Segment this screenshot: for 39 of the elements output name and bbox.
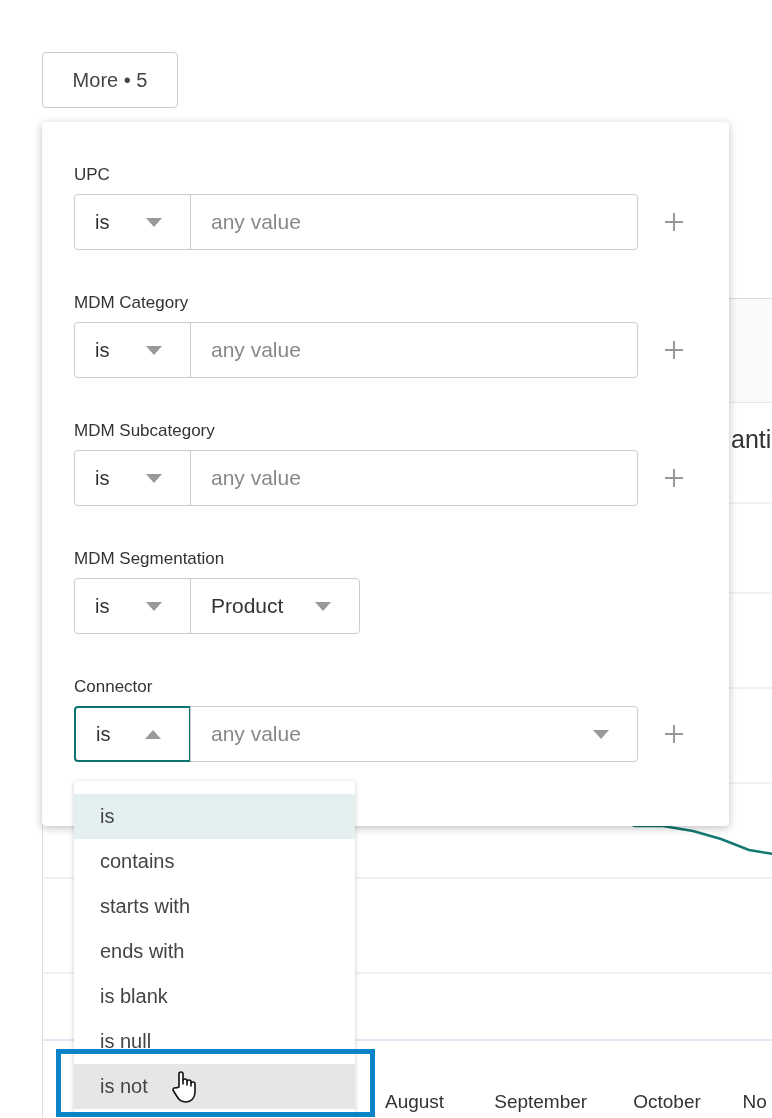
menu-option[interactable]: is blank	[74, 974, 355, 1019]
caret-icon	[146, 345, 162, 355]
operator-select[interactable]: is	[74, 578, 191, 634]
caret-icon	[315, 601, 331, 611]
operator-select[interactable]: is	[74, 450, 191, 506]
add-icon[interactable]	[662, 722, 686, 746]
menu-option[interactable]: contains	[74, 839, 355, 884]
menu-option[interactable]: starts with	[74, 884, 355, 929]
filter-label: UPC	[74, 166, 111, 184]
caret-icon	[146, 473, 162, 483]
axis-label: September	[494, 1091, 589, 1113]
operator-select[interactable]: is	[74, 194, 191, 250]
filter-label: MDM Subcategory	[74, 422, 216, 440]
value-combobox[interactable]: any value	[190, 706, 638, 762]
caret-icon	[146, 217, 162, 227]
filter-label: Connector	[74, 678, 154, 696]
menu-option[interactable]: is null	[74, 1019, 355, 1064]
value-input[interactable]: any value	[190, 322, 638, 378]
value-input[interactable]: any value	[190, 450, 638, 506]
operator-select[interactable]: is	[74, 706, 191, 762]
menu-option[interactable]: ends with	[74, 929, 355, 974]
axis-label: No	[742, 1091, 768, 1113]
filter-label: MDM Segmentation	[74, 550, 226, 568]
axis-label: August	[385, 1091, 446, 1113]
more-button[interactable]: More • 5	[42, 52, 178, 108]
chart-title: anti	[731, 425, 772, 453]
filter-label: MDM Category	[74, 294, 190, 312]
operator-select[interactable]: is	[74, 322, 191, 378]
value-input[interactable]: any value	[190, 194, 638, 250]
menu-option[interactable]: is	[74, 794, 355, 839]
axis-label: October	[633, 1091, 702, 1113]
value-select[interactable]: Product	[190, 578, 360, 634]
add-icon[interactable]	[662, 338, 686, 362]
caret-icon	[593, 729, 609, 739]
menu-option[interactable]: is not	[74, 1064, 355, 1109]
add-icon[interactable]	[662, 466, 686, 490]
caret-icon	[146, 601, 162, 611]
add-icon[interactable]	[662, 210, 686, 234]
caret-icon	[145, 729, 161, 739]
